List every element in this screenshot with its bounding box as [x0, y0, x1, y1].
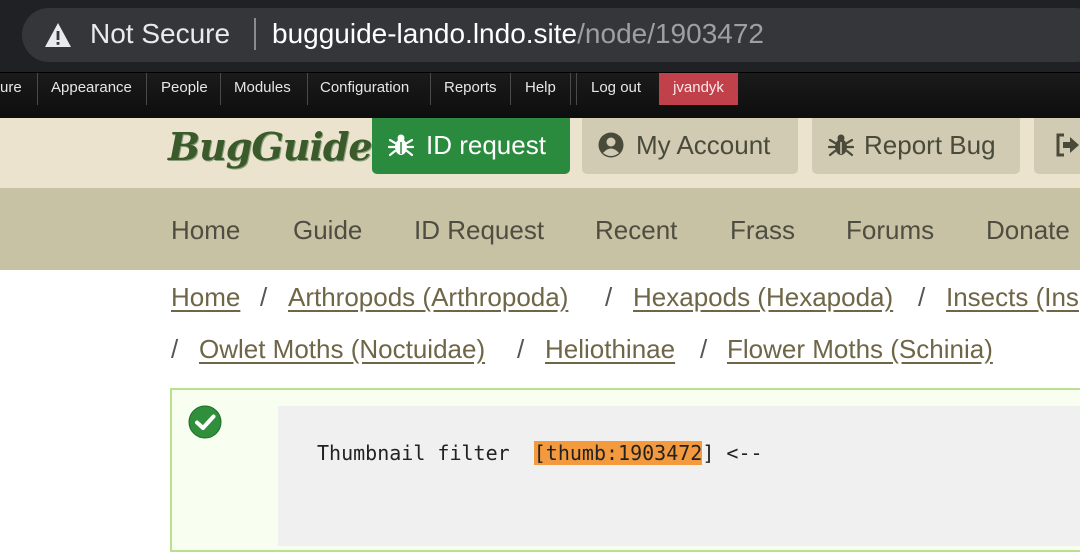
admin-user-tab[interactable]: jvandyk	[659, 73, 738, 105]
nav-recent[interactable]: Recent	[595, 212, 677, 248]
my-account-button[interactable]: My Account	[582, 118, 798, 174]
toolbar-divider	[307, 73, 308, 105]
logout-button[interactable]	[1034, 118, 1080, 174]
warning-icon[interactable]	[44, 22, 72, 48]
nav-donate[interactable]: Donate	[986, 212, 1070, 248]
nav-guide[interactable]: Guide	[293, 212, 362, 248]
thumb-token: [thumb:1903472	[533, 441, 703, 465]
url-path: /node/1903472	[577, 18, 764, 49]
my-account-label: My Account	[636, 130, 771, 160]
nav-id-request[interactable]: ID Request	[414, 212, 544, 248]
breadcrumb-owlet-moths[interactable]: Owlet Moths (Noctuidae)	[199, 332, 485, 366]
filter-suffix: ] <--	[702, 441, 763, 465]
breadcrumb-separator: /	[605, 282, 613, 312]
breadcrumb-separator: /	[517, 334, 525, 364]
breadcrumb-separator: /	[918, 282, 926, 312]
admin-menu-structure[interactable]: ure	[0, 73, 22, 107]
nav-forums[interactable]: Forums	[846, 212, 934, 248]
sign-out-icon	[1056, 133, 1079, 157]
admin-toolbar: ure Appearance People Modules Configurat…	[0, 72, 1080, 119]
toolbar-divider	[37, 73, 38, 105]
site-logo[interactable]: BugGuide	[168, 122, 373, 172]
breadcrumb-heliothinae[interactable]: Heliothinae	[545, 332, 675, 366]
toolbar-divider	[220, 73, 221, 105]
user-circle-icon	[598, 132, 624, 158]
admin-menu-appearance[interactable]: Appearance	[51, 73, 132, 107]
admin-menu-help[interactable]: Help	[525, 73, 556, 107]
site-header: BugGuide ID request My Account Report Bu…	[0, 118, 1080, 188]
report-bug-button[interactable]: Report Bug	[812, 118, 1020, 174]
breadcrumb-insects[interactable]: Insects (Ins	[946, 280, 1079, 314]
admin-menu-people[interactable]: People	[161, 73, 208, 107]
report-bug-label: Report Bug	[864, 130, 996, 160]
url-text[interactable]: bugguide-lando.lndo.site/node/1903472	[272, 16, 764, 52]
breadcrumb-separator: /	[171, 334, 179, 364]
admin-menu-modules[interactable]: Modules	[234, 73, 291, 107]
toolbar-divider	[510, 73, 511, 105]
admin-menu-logout[interactable]: Log out	[591, 73, 641, 107]
security-label[interactable]: Not Secure	[90, 16, 230, 52]
toolbar-divider	[570, 73, 571, 105]
admin-menu-reports[interactable]: Reports	[444, 73, 497, 107]
breadcrumb-separator: /	[700, 334, 708, 364]
breadcrumb-hexapods[interactable]: Hexapods (Hexapoda)	[633, 280, 893, 314]
filter-prefix: Thumbnail filter	[317, 441, 534, 465]
breadcrumb-separator: /	[260, 282, 268, 312]
bug-icon	[828, 134, 854, 157]
breadcrumb-arthropods[interactable]: Arthropods (Arthropoda)	[288, 280, 568, 314]
code-block	[278, 406, 1080, 546]
toolbar-divider	[576, 73, 577, 105]
check-circle-icon	[188, 405, 222, 439]
bug-icon	[388, 134, 414, 157]
browser-bar: Not Secure bugguide-lando.lndo.site/node…	[0, 0, 1080, 72]
nav-home[interactable]: Home	[171, 212, 240, 248]
thumbnail-filter-line: Thumbnail filter [thumb:1903472] <--	[317, 440, 763, 466]
id-request-label: ID request	[426, 130, 546, 160]
breadcrumb-home[interactable]: Home	[171, 280, 240, 314]
breadcrumb-flower-moths[interactable]: Flower Moths (Schinia)	[727, 332, 993, 366]
url-divider	[254, 18, 256, 50]
toolbar-divider	[146, 73, 147, 105]
id-request-button[interactable]: ID request	[372, 118, 570, 174]
toolbar-divider	[430, 73, 431, 105]
main-nav: Home Guide ID Request Recent Frass Forum…	[0, 188, 1080, 270]
admin-menu-configuration[interactable]: Configuration	[320, 73, 409, 107]
url-host: bugguide-lando.lndo.site	[272, 18, 578, 49]
nav-frass[interactable]: Frass	[730, 212, 795, 248]
